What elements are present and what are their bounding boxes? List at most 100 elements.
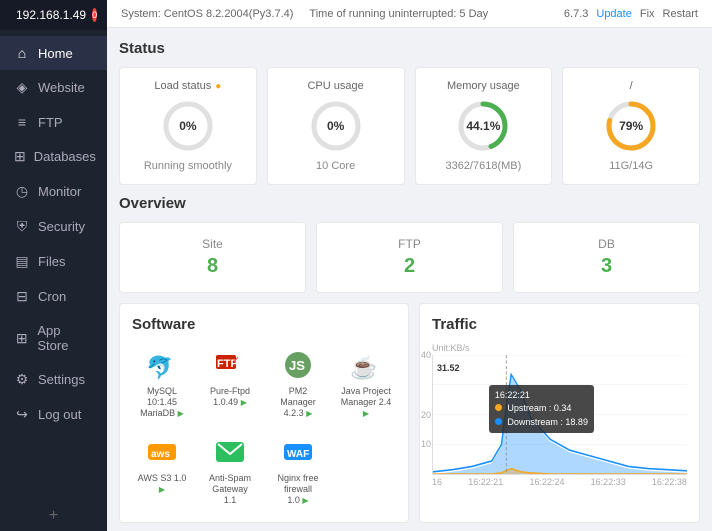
content: Status Load status ● 0% Runni bbox=[107, 28, 712, 531]
topbar-right: 6.7.3 Update Fix Restart bbox=[564, 8, 698, 20]
overview-section: Overview Site 8 FTP 2 DB 3 bbox=[119, 195, 700, 293]
y-label-40: 40 bbox=[421, 350, 431, 360]
waf-icon: WAF bbox=[280, 434, 316, 470]
x-label-3: 16:22:33 bbox=[591, 477, 626, 487]
traffic-chart: Unit:KB/s 31.52 40 20 10 bbox=[432, 343, 687, 483]
software-ftpd[interactable]: FTP ✓ Pure-Ftpd 1.0.49 ▶ bbox=[200, 343, 260, 422]
aws-icon: aws bbox=[144, 434, 180, 470]
update-button[interactable]: Update bbox=[596, 8, 631, 20]
software-java[interactable]: ☕ Java ProjectManager 2.4 ▶ bbox=[336, 343, 396, 422]
appstore-icon: ⊞ bbox=[14, 330, 29, 347]
sidebar-item-appstore[interactable]: ⊞ App Store bbox=[0, 314, 107, 362]
java-icon: ☕ bbox=[348, 347, 384, 383]
site-value: 8 bbox=[207, 255, 218, 278]
restart-button[interactable]: Restart bbox=[663, 8, 698, 20]
sidebar-item-ftp[interactable]: ≡ FTP bbox=[0, 105, 107, 139]
sidebar-item-cron[interactable]: ⊟ Cron bbox=[0, 279, 107, 314]
y-label-10: 10 bbox=[421, 439, 431, 449]
cpu-donut: 0% bbox=[306, 96, 366, 156]
software-waf[interactable]: WAF Nginx free firewall1.0 ▶ bbox=[268, 430, 328, 509]
svg-text:☕: ☕ bbox=[350, 354, 377, 380]
software-pm2[interactable]: JS PM2 Manager 4.2.3 ▶ bbox=[268, 343, 328, 422]
ftpd-icon: FTP ✓ bbox=[212, 347, 248, 383]
website-icon: ◈ bbox=[14, 79, 30, 96]
sidebar-item-monitor[interactable]: ◷ Monitor bbox=[0, 174, 107, 209]
svg-text:✓: ✓ bbox=[232, 355, 240, 366]
sidebar-item-label: FTP bbox=[38, 115, 63, 130]
load-label: Load status ● bbox=[154, 80, 221, 92]
traffic-title: Traffic bbox=[432, 316, 687, 333]
svg-text:JS: JS bbox=[289, 358, 305, 373]
status-title: Status bbox=[119, 40, 700, 57]
sidebar-item-logout[interactable]: ↪ Log out bbox=[0, 397, 107, 432]
bottom-row: Software 🐬 MySQL 10:1.45MariaDB ▶ bbox=[119, 303, 700, 523]
mysql-label: MySQL 10:1.45MariaDB ▶ bbox=[136, 386, 188, 418]
svg-text:aws: aws bbox=[151, 449, 170, 460]
sidebar-item-label: Website bbox=[38, 80, 85, 95]
site-label: Site bbox=[202, 237, 223, 251]
server-ip: 192.168.1.49 bbox=[16, 8, 86, 22]
sidebar-item-files[interactable]: ▤ Files bbox=[0, 244, 107, 279]
overview-card-site[interactable]: Site 8 bbox=[119, 222, 306, 293]
chart-area: 31.52 40 20 10 bbox=[432, 355, 687, 475]
disk-donut: 79% bbox=[601, 96, 661, 156]
sidebar-item-label: Files bbox=[38, 254, 65, 269]
sidebar-item-settings[interactable]: ⚙ Settings bbox=[0, 362, 107, 397]
aws-label: AWS S3 1.0 ▶ bbox=[136, 473, 188, 495]
cpu-value: 0% bbox=[327, 119, 344, 133]
main-area: System: CentOS 8.2.2004(Py3.7.4) Time of… bbox=[107, 0, 712, 531]
software-aws[interactable]: aws AWS S3 1.0 ▶ bbox=[132, 430, 192, 509]
sidebar-item-label: Monitor bbox=[38, 184, 81, 199]
waf-label: Nginx free firewall1.0 ▶ bbox=[272, 473, 324, 505]
memory-sub: 3362/7618(MB) bbox=[445, 160, 521, 172]
sidebar-item-website[interactable]: ◈ Website bbox=[0, 70, 107, 105]
sidebar-item-home[interactable]: ⌂ Home bbox=[0, 36, 107, 70]
traffic-section: Traffic Unit:KB/s 31.52 40 20 10 bbox=[419, 303, 700, 523]
sidebar-item-databases[interactable]: ⊞ Databases bbox=[0, 139, 107, 174]
antispam-icon bbox=[212, 434, 248, 470]
chart-unit: Unit:KB/s bbox=[432, 343, 687, 353]
status-card-memory: Memory usage 44.1% 3362/7618(MB) bbox=[415, 67, 553, 185]
sidebar-item-label: Databases bbox=[34, 149, 96, 164]
load-donut: 0% bbox=[158, 96, 218, 156]
software-title: Software bbox=[132, 316, 396, 333]
add-button[interactable]: + bbox=[0, 501, 107, 531]
sidebar-item-label: Home bbox=[38, 46, 73, 61]
antispam-label: Anti-Spam Gateway1.1 bbox=[204, 473, 256, 505]
mysql-icon: 🐬 bbox=[144, 347, 180, 383]
fix-button[interactable]: Fix bbox=[640, 8, 655, 20]
version-label: 6.7.3 bbox=[564, 8, 588, 20]
notification-badge: 0 bbox=[92, 8, 97, 22]
x-label-2: 16:22:24 bbox=[529, 477, 564, 487]
settings-icon: ⚙ bbox=[14, 371, 30, 388]
db-label: DB bbox=[598, 237, 615, 251]
disk-sub: 11G/14G bbox=[609, 160, 653, 172]
y-label-20: 20 bbox=[421, 410, 431, 420]
load-status-dot: ● bbox=[215, 81, 221, 92]
ftpd-label: Pure-Ftpd 1.0.49 ▶ bbox=[204, 386, 256, 408]
memory-donut: 44.1% bbox=[453, 96, 513, 156]
sidebar: 192.168.1.49 0 ⌂ Home ◈ Website ≡ FTP ⊞ … bbox=[0, 0, 107, 531]
topbar: System: CentOS 8.2.2004(Py3.7.4) Time of… bbox=[107, 0, 712, 28]
overview-card-db[interactable]: DB 3 bbox=[513, 222, 700, 293]
load-value: 0% bbox=[179, 119, 196, 133]
cron-icon: ⊟ bbox=[14, 288, 30, 305]
system-info: System: CentOS 8.2.2004(Py3.7.4) bbox=[121, 8, 293, 20]
shield-icon: ⛨ bbox=[14, 218, 30, 235]
logout-icon: ↪ bbox=[14, 406, 30, 423]
uptime-info: Time of running uninterrupted: 5 Day bbox=[309, 8, 488, 20]
overview-card-ftp[interactable]: FTP 2 bbox=[316, 222, 503, 293]
status-card-load: Load status ● 0% Running smoothly bbox=[119, 67, 257, 185]
x-label-4: 16:22:38 bbox=[652, 477, 687, 487]
svg-text:WAF: WAF bbox=[287, 449, 309, 460]
sidebar-item-label: Settings bbox=[38, 372, 85, 387]
software-antispam[interactable]: Anti-Spam Gateway1.1 bbox=[200, 430, 260, 509]
files-icon: ▤ bbox=[14, 253, 30, 270]
cpu-label: CPU usage bbox=[307, 80, 363, 92]
status-card-disk: / 79% 11G/14G bbox=[562, 67, 700, 185]
sidebar-item-security[interactable]: ⛨ Security bbox=[0, 209, 107, 244]
status-card-cpu: CPU usage 0% 10 Core bbox=[267, 67, 405, 185]
x-label-0: 16 bbox=[432, 477, 442, 487]
software-grid: 🐬 MySQL 10:1.45MariaDB ▶ FTP ✓ bbox=[132, 343, 396, 510]
software-mysql[interactable]: 🐬 MySQL 10:1.45MariaDB ▶ bbox=[132, 343, 192, 422]
